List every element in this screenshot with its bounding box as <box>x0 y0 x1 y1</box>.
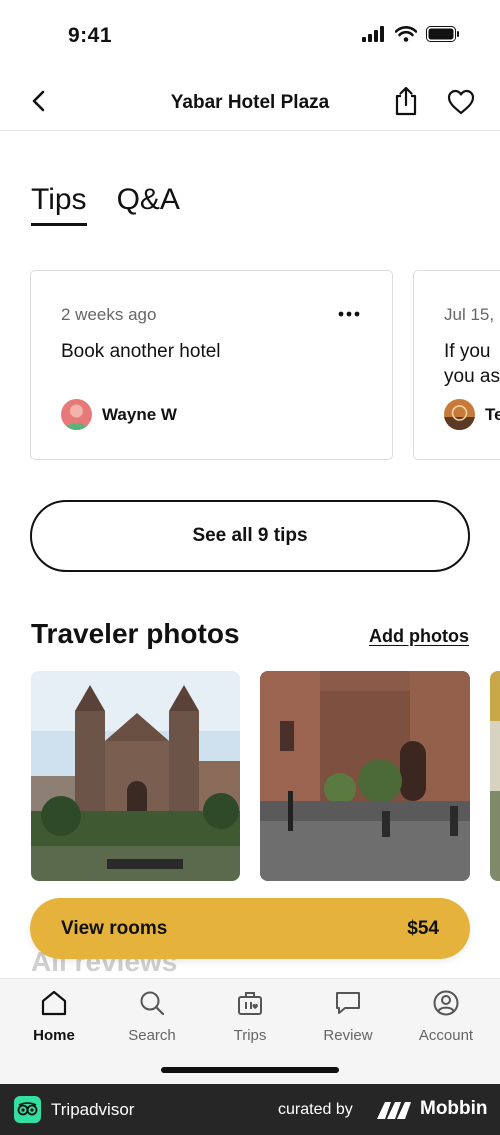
traveler-photo[interactable] <box>490 671 500 881</box>
traveler-photo[interactable] <box>260 671 470 881</box>
share-icon[interactable] <box>392 86 420 116</box>
tab-label: Search <box>128 1027 176 1044</box>
footer-mobbin: Mobbin <box>420 1098 488 1119</box>
traveler-photos-heading: Traveler photos <box>31 618 240 649</box>
tab-label: Trips <box>233 1027 267 1044</box>
battery-icon <box>426 26 459 42</box>
view-rooms-button[interactable]: View rooms $54 <box>30 898 470 959</box>
tab-label: Home <box>33 1027 75 1044</box>
tip-author[interactable]: Te <box>444 399 500 430</box>
author-name: Wayne W <box>102 404 177 424</box>
more-options-icon[interactable] <box>338 311 360 317</box>
traveler-photo[interactable] <box>31 671 240 881</box>
mobbin-logo-icon <box>377 1102 411 1119</box>
status-icons <box>362 26 460 42</box>
add-photos-link[interactable]: Add photos <box>369 626 469 647</box>
search-icon <box>140 991 165 1016</box>
page-title: Yabar Hotel Plaza <box>170 92 330 113</box>
heart-icon[interactable] <box>447 89 475 115</box>
tab-tips[interactable]: Tips <box>31 183 87 226</box>
tab-search[interactable]: Search <box>107 989 197 1053</box>
tips-qa-tabs: Tips Q&A <box>31 183 180 226</box>
tip-date: 2 weeks ago <box>61 305 157 324</box>
tip-card[interactable]: 2 weeks ago Book another hotel Wayne W <box>30 270 393 460</box>
review-icon <box>336 992 360 1014</box>
signal-icon <box>362 26 384 42</box>
tab-qa[interactable]: Q&A <box>117 183 180 226</box>
status-bar: 9:41 <box>0 0 500 72</box>
footer-curated-by: curated by <box>278 1101 353 1118</box>
home-indicator <box>161 1067 339 1073</box>
see-all-tips-button[interactable]: See all 9 tips <box>30 500 470 572</box>
tip-card[interactable]: Jul 15, If you you as Te <box>413 270 500 460</box>
tab-label: Review <box>323 1027 373 1044</box>
tip-date: Jul 15, <box>444 305 495 324</box>
home-icon <box>41 990 67 1016</box>
tip-author[interactable]: Wayne W <box>61 399 177 430</box>
view-rooms-label: View rooms <box>61 917 168 939</box>
tab-home[interactable]: Home <box>9 989 99 1053</box>
attribution-footer: Tripadvisor curated by Mobbin <box>0 1084 500 1135</box>
account-icon <box>433 990 459 1016</box>
tab-trips[interactable]: Trips <box>205 989 295 1053</box>
author-name: Te <box>485 404 500 424</box>
tip-text: If you you as <box>444 341 500 387</box>
avatar <box>444 399 475 430</box>
tab-account[interactable]: Account <box>401 989 491 1053</box>
price-label: $54 <box>407 917 439 939</box>
tripadvisor-logo-icon <box>14 1096 41 1123</box>
photos-carousel[interactable] <box>31 671 500 881</box>
footer-brand: Tripadvisor <box>51 1100 135 1119</box>
wifi-icon <box>395 26 417 42</box>
tip-text: Book another hotel <box>61 341 221 362</box>
tab-review[interactable]: Review <box>303 989 393 1053</box>
tab-label: Account <box>418 1027 474 1044</box>
status-time: 9:41 <box>68 24 113 47</box>
trips-icon <box>238 992 262 1015</box>
nav-bar: Yabar Hotel Plaza <box>0 72 500 131</box>
avatar <box>61 399 92 430</box>
tips-carousel[interactable]: 2 weeks ago Book another hotel Wayne W J… <box>30 270 500 460</box>
